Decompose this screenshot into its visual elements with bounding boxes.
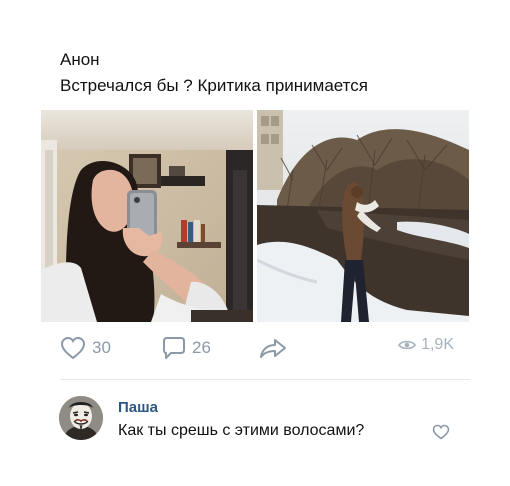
divider <box>60 379 470 380</box>
like-button[interactable]: 30 <box>60 336 111 360</box>
heart-icon <box>432 424 450 440</box>
comment-count: 26 <box>192 338 211 357</box>
views-count: 1,9K <box>421 336 454 353</box>
eye-icon <box>398 339 417 351</box>
post-author[interactable]: Анон <box>60 50 100 70</box>
post-photo-selfie[interactable] <box>41 110 253 322</box>
comment-button[interactable]: 26 <box>162 336 211 360</box>
like-count: 30 <box>92 338 111 357</box>
comment-like-button[interactable] <box>432 424 450 440</box>
post-actions-bar: 30 26 1,9K <box>60 336 454 366</box>
post-text: Встречался бы ? Критика принимается <box>60 76 368 95</box>
comment-author[interactable]: Паша <box>118 399 158 416</box>
post-photo-park[interactable] <box>257 110 469 322</box>
share-arrow-icon <box>259 336 287 360</box>
comment-text: Как ты срешь с этими волосами? <box>118 422 365 439</box>
selfie-image <box>41 110 253 322</box>
comment-bubble-icon <box>162 336 186 360</box>
share-button[interactable] <box>259 336 287 360</box>
park-image <box>257 110 469 322</box>
views-counter: 1,9K <box>398 336 454 354</box>
heart-icon <box>60 336 86 360</box>
avatar[interactable] <box>59 396 103 440</box>
guy-fawkes-mask-avatar <box>59 396 103 440</box>
